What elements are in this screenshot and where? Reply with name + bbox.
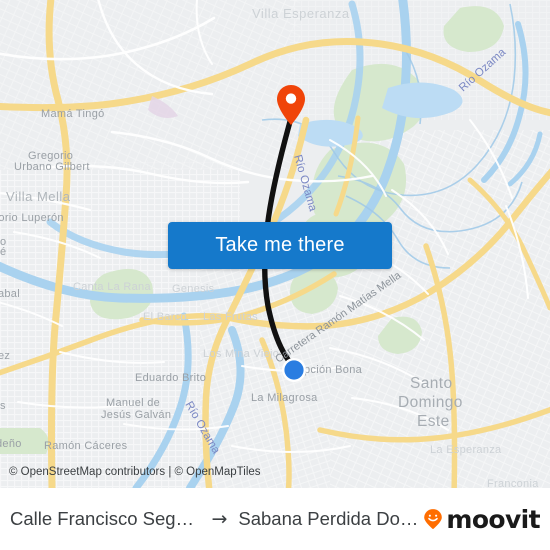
route-origin-label: Calle Francisco Segura ...	[10, 508, 201, 529]
map-attribution[interactable]: © OpenStreetMap contributors | © OpenMap…	[9, 466, 261, 478]
map-dot-icon[interactable]	[281, 357, 307, 383]
moovit-wordmark: moovit	[446, 504, 540, 534]
take-me-there-button[interactable]: Take me there	[168, 222, 392, 269]
moovit-route-map-screen: Villa Esperanza Mamá Tingó Gregorio Urbano…	[0, 0, 550, 550]
route-destination-label: Sabana Perdida Domini...	[238, 508, 422, 529]
route-footer: Calle Francisco Segura ... → Sabana Perd…	[0, 488, 550, 550]
arrow-right-icon: →	[211, 508, 228, 530]
take-me-there-label: Take me there	[215, 234, 345, 256]
map-canvas[interactable]: Villa Esperanza Mamá Tingó Gregorio Urbano…	[0, 0, 550, 488]
moovit-pin-smile-icon	[424, 509, 443, 530]
map-pin-icon[interactable]	[276, 84, 306, 126]
moovit-logo[interactable]: moovit	[422, 504, 541, 534]
